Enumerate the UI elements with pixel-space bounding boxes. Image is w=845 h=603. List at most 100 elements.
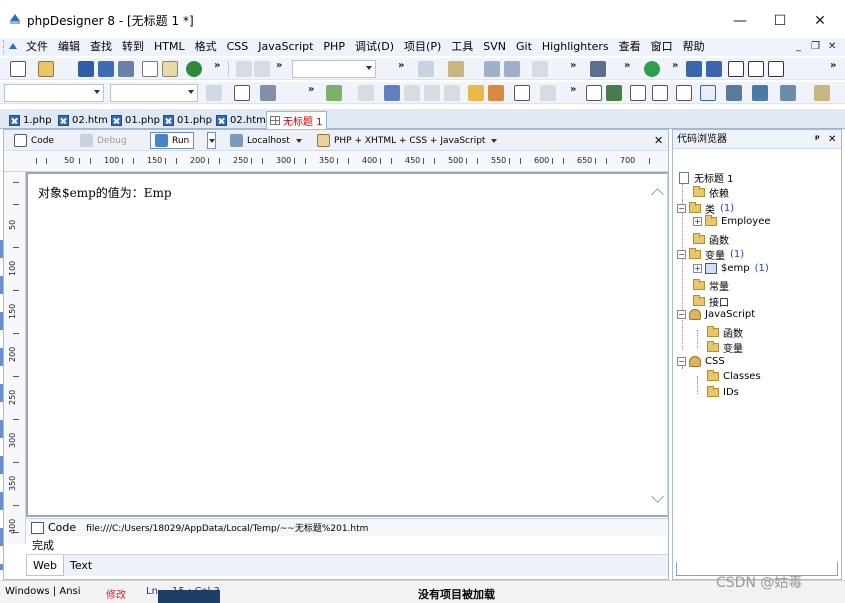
deploy-icon[interactable] — [780, 85, 796, 101]
menu-file[interactable]: 文件 — [21, 38, 53, 56]
menu-debug[interactable]: 调试(D) — [350, 38, 399, 56]
tree-item-functions[interactable]: 函数 — [693, 232, 729, 247]
menu-format[interactable]: 格式 — [190, 38, 222, 56]
function-combo[interactable] — [110, 84, 198, 102]
preview-icon[interactable] — [142, 61, 158, 77]
jump-icon[interactable] — [206, 85, 222, 101]
menu-svn[interactable]: SVN — [478, 38, 511, 56]
copy-icon[interactable] — [254, 61, 270, 77]
tree-item-js-functions[interactable]: 函数 — [707, 325, 743, 340]
collapse-icon[interactable]: − — [677, 310, 686, 319]
toolbar-overflow-1[interactable]: » — [214, 60, 220, 71]
doc-tab-untitled-1[interactable]: 无标题 1 — [266, 111, 327, 129]
tree-item-interfaces[interactable]: 接口 — [693, 294, 729, 309]
doc-tab-02-htm-2[interactable]: 02.htm — [213, 111, 269, 129]
menu-view[interactable]: 查看 — [614, 38, 646, 56]
link-icon[interactable] — [586, 85, 602, 101]
toolbar-overflow-6[interactable]: » — [672, 60, 678, 71]
tools-icon[interactable] — [590, 61, 606, 77]
vertical-scrollbar[interactable] — [649, 174, 667, 515]
tree-item-css-classes[interactable]: Classes — [707, 370, 761, 382]
close-tab-icon[interactable] — [111, 114, 122, 126]
menu-git[interactable]: Git — [511, 38, 537, 56]
close-editor-button[interactable]: ✕ — [654, 132, 663, 149]
mdi-close-button[interactable]: ✕ — [828, 38, 836, 56]
menubar-grip[interactable] — [3, 40, 6, 54]
toolbar-overflow-5[interactable]: » — [624, 60, 630, 71]
toolbar-overflow-7[interactable]: » — [830, 60, 836, 71]
panel-left-icon[interactable] — [686, 61, 702, 77]
toolbar-overflow-9[interactable]: » — [570, 84, 576, 95]
run-dropdown-button[interactable] — [207, 132, 216, 149]
doc-tab-02-htm[interactable]: 02.htm — [55, 111, 111, 129]
expand-icon[interactable]: + — [693, 264, 702, 273]
source-code-button[interactable]: Code — [31, 521, 76, 534]
fullscreen-icon[interactable] — [768, 61, 784, 77]
menu-help[interactable]: 帮助 — [678, 38, 710, 56]
settings-icon[interactable] — [814, 85, 830, 101]
image-icon[interactable] — [606, 85, 622, 101]
back-arrow-icon[interactable] — [532, 61, 548, 77]
close-tab-icon[interactable] — [216, 114, 227, 126]
run-button[interactable]: Run — [150, 132, 195, 149]
maximize-button[interactable]: ☐ — [760, 8, 800, 34]
menu-javascript[interactable]: JavaScript — [253, 38, 318, 56]
menu-css[interactable]: CSS — [222, 38, 254, 56]
snippet-icon[interactable] — [448, 61, 464, 77]
syntax-button[interactable]: PHP + XHTML + CSS + JavaScript — [317, 132, 498, 149]
comment-icon[interactable] — [424, 85, 440, 101]
paste-icon[interactable] — [162, 61, 178, 77]
list-icon[interactable] — [652, 85, 668, 101]
menu-tools[interactable]: 工具 — [446, 38, 478, 56]
step-icon[interactable] — [358, 85, 374, 101]
run-script-icon[interactable] — [326, 85, 342, 101]
menu-edit[interactable]: 编辑 — [53, 38, 85, 56]
code-button[interactable]: Code — [14, 132, 54, 149]
split-vertical-icon[interactable] — [748, 61, 764, 77]
close-tab-icon[interactable] — [9, 114, 20, 126]
menu-highlighters[interactable]: Highlighters — [537, 38, 614, 56]
preview-toggle-icon[interactable] — [700, 85, 716, 101]
menu-goto[interactable]: 转到 — [117, 38, 149, 56]
open-folder-icon[interactable] — [38, 61, 54, 77]
tree-item-css[interactable]: − CSS — [677, 356, 725, 367]
toolbar-overflow-3[interactable]: » — [398, 60, 404, 71]
panel-right-icon[interactable] — [706, 61, 722, 77]
preview-area[interactable]: 对象$emp的值为：Emp — [26, 172, 668, 517]
scroll-down-icon[interactable] — [651, 490, 664, 503]
tree-item-untitled[interactable]: 无标题 1 — [679, 170, 734, 185]
tree-item-js-variables[interactable]: 变量 — [707, 340, 743, 355]
close-tab-icon[interactable] — [163, 114, 174, 126]
disabled-action-icon[interactable] — [540, 85, 556, 101]
filter-icon[interactable] — [484, 61, 500, 77]
cut-icon[interactable] — [236, 61, 252, 77]
scope-combo[interactable] — [4, 84, 104, 102]
menu-find[interactable]: 查找 — [85, 38, 117, 56]
tree-item-employee[interactable]: + Employee — [693, 215, 771, 227]
pin-icon[interactable]: ᵖ — [815, 130, 820, 149]
mdi-minimize-button[interactable]: _ — [796, 38, 801, 56]
doc-tab-01-php-2[interactable]: 01.php — [160, 111, 215, 129]
mdi-restore-button[interactable]: ❐ — [811, 38, 820, 56]
save-all-icon[interactable] — [98, 61, 114, 77]
tree-item-variables[interactable]: − 变量 (1) — [677, 247, 744, 262]
table-icon[interactable] — [630, 85, 646, 101]
indent-icon[interactable] — [384, 85, 400, 101]
clipboard-icon[interactable] — [514, 85, 530, 101]
close-window-button[interactable]: ✕ — [800, 8, 840, 34]
tree-item-javascript[interactable]: − JavaScript — [677, 309, 755, 320]
tree-item-css-ids[interactable]: IDs — [707, 386, 739, 398]
toolbar-overflow-4[interactable]: » — [570, 60, 576, 71]
toolbar-overflow-8[interactable]: » — [308, 84, 314, 95]
format-icon[interactable] — [418, 61, 434, 77]
close-tab-icon[interactable] — [58, 114, 69, 126]
tree-item-constants[interactable]: 常量 — [693, 278, 729, 293]
globe-icon[interactable] — [644, 61, 660, 77]
expand-icon[interactable]: + — [693, 217, 702, 226]
outdent-icon[interactable] — [404, 85, 420, 101]
toolbar-overflow-2[interactable]: » — [276, 60, 282, 71]
frame-icon[interactable] — [676, 85, 692, 101]
minimize-button[interactable]: — — [720, 8, 760, 34]
tree-item-dependencies[interactable]: 依赖 — [693, 185, 729, 200]
tab-web[interactable]: Web — [26, 555, 64, 576]
